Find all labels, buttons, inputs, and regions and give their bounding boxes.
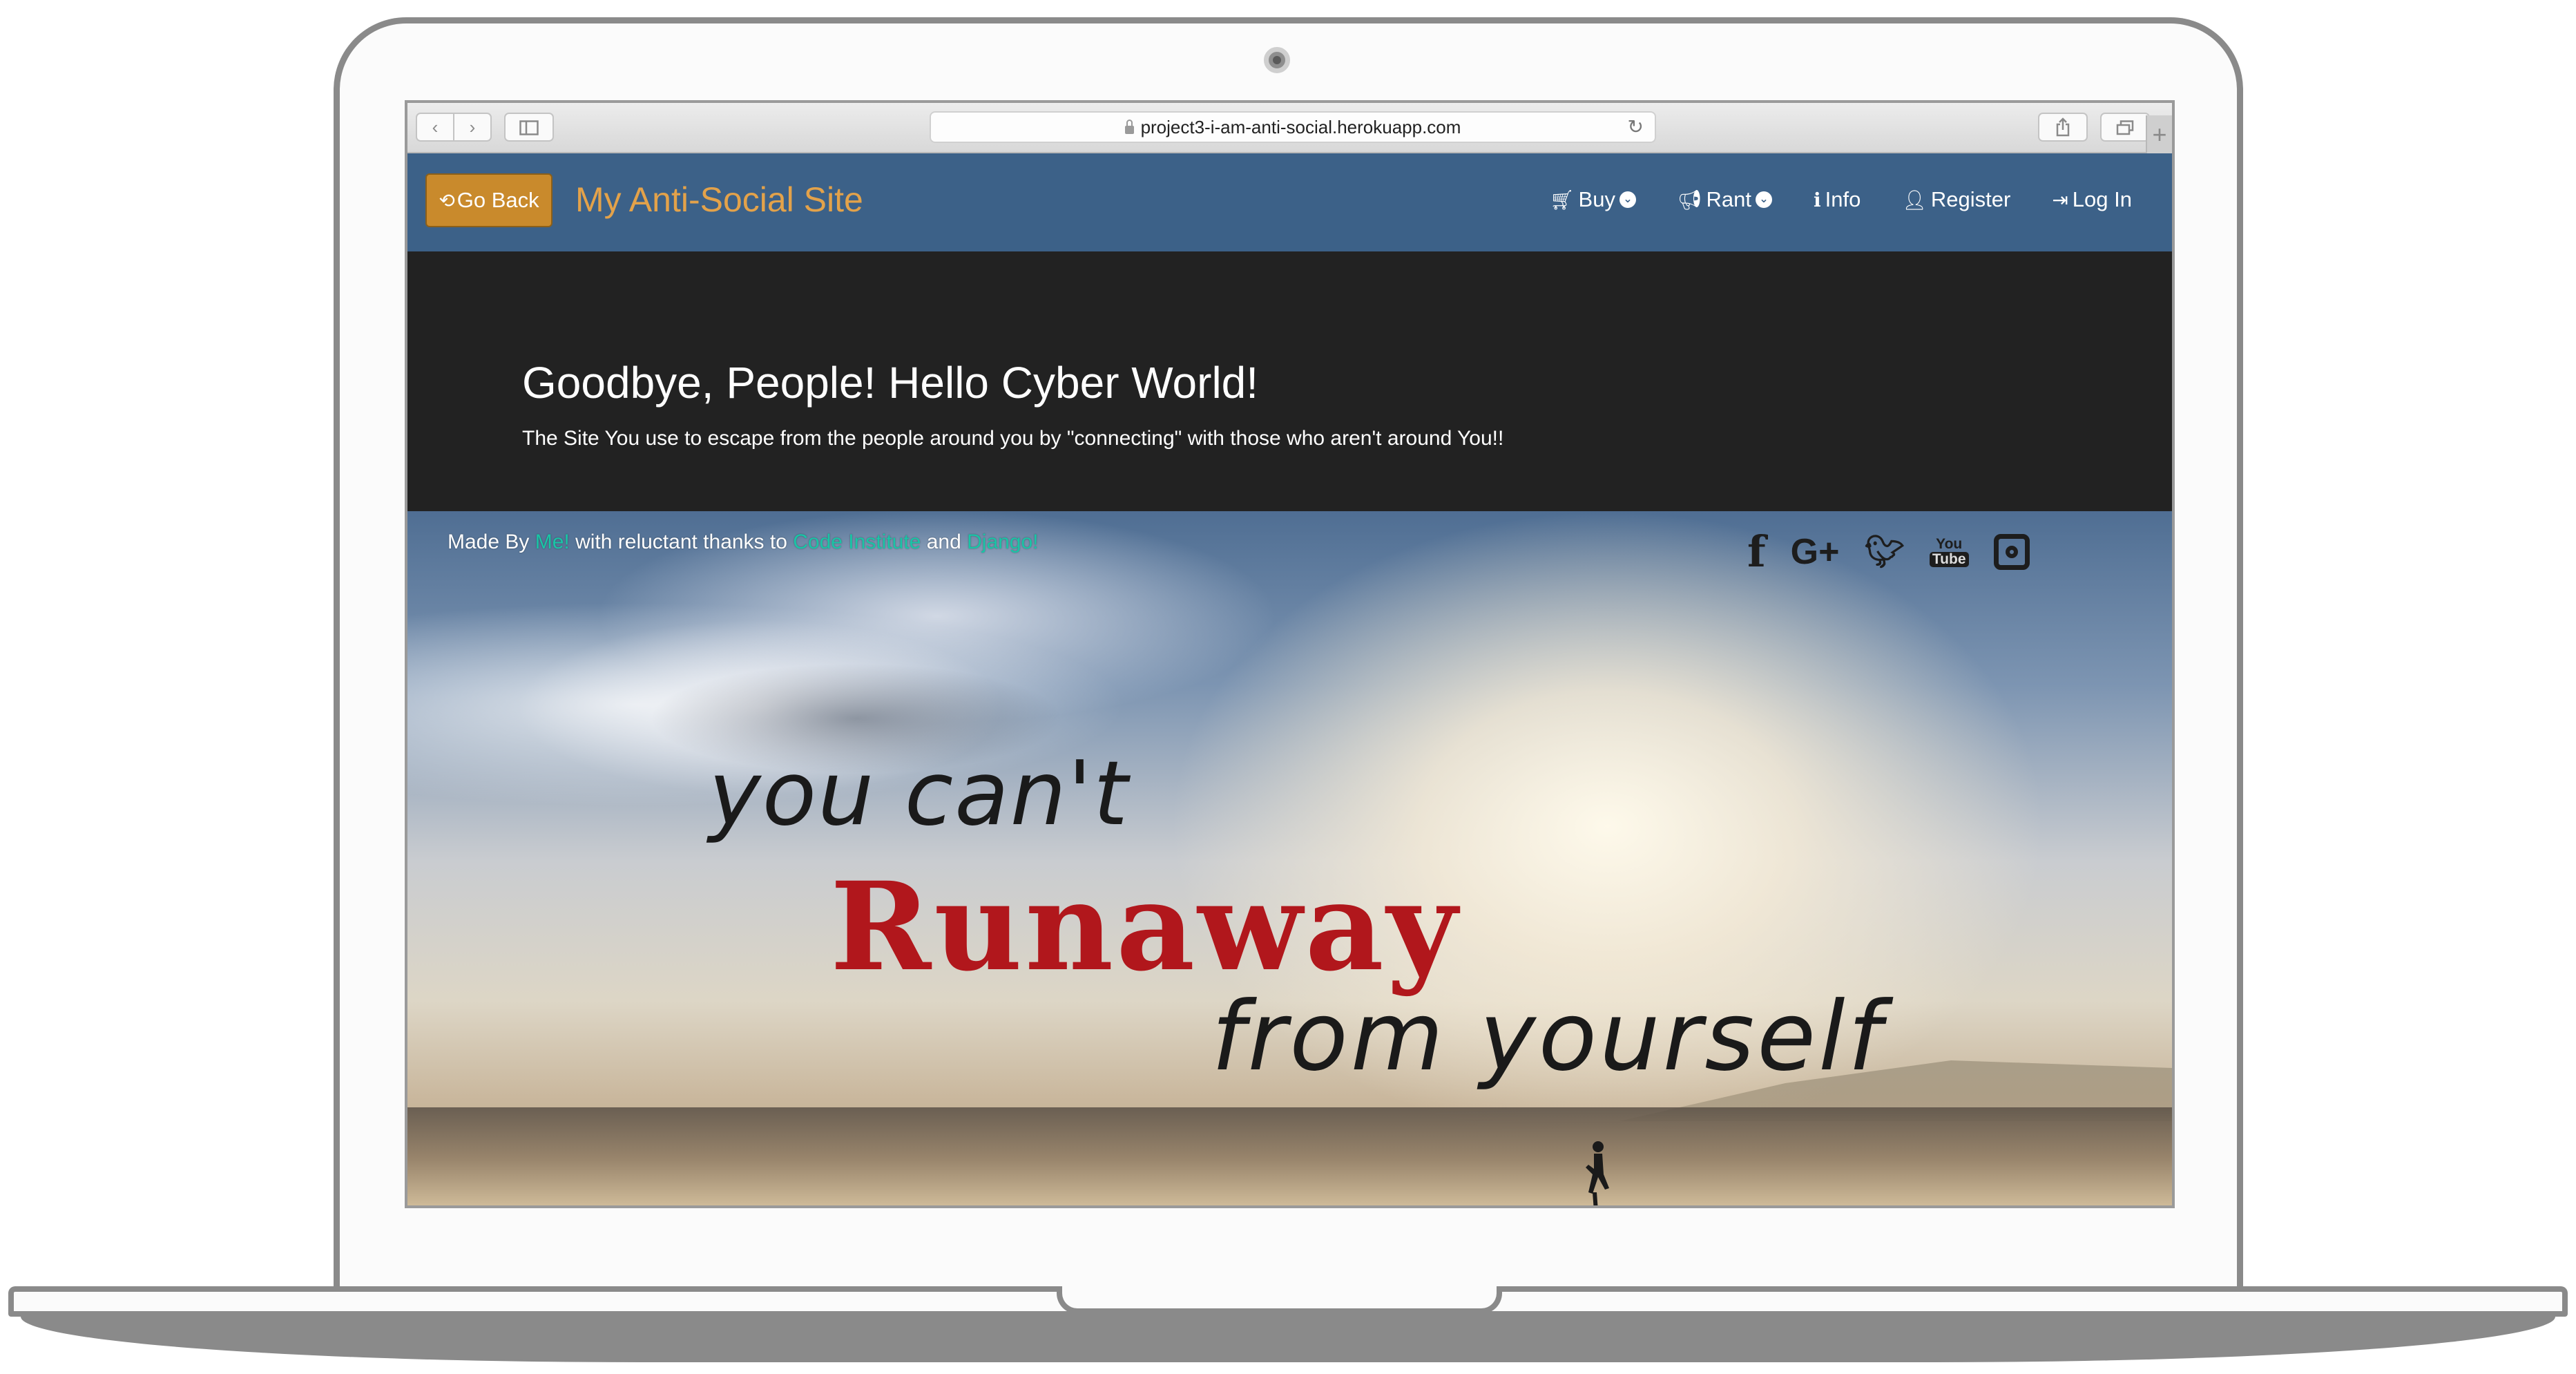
instagram-icon[interactable] <box>1993 533 2030 570</box>
share-button[interactable] <box>2038 113 2088 142</box>
lock-icon <box>1124 120 1134 134</box>
nav-item-label: Log In <box>2072 187 2132 211</box>
nav-item-login[interactable]: ⇥ Log In <box>2052 187 2132 212</box>
chevron-down-icon: ⌄ <box>1755 191 1772 208</box>
nav-item-register[interactable]: 👤︎ Register <box>1902 187 2010 212</box>
user-plus-icon: 👤︎ <box>1902 189 1927 211</box>
address-bar[interactable]: project3-i-am-anti-social.herokuapp.com … <box>930 111 1656 143</box>
nav-item-label: Register <box>1930 187 2011 211</box>
hero-subtitle: The Site You use to escape from the peop… <box>522 427 1504 450</box>
facebook-icon[interactable]: f <box>1747 526 1766 577</box>
address-text-row: project3-i-am-anti-social.herokuapp.com <box>931 113 1655 142</box>
youtube-icon-bottom: Tube <box>1929 551 1969 567</box>
go-back-label: Go Back <box>456 188 539 212</box>
tabs-overview-button[interactable] <box>2100 113 2150 142</box>
info-icon: ℹ <box>1813 189 1821 211</box>
back-icon[interactable]: ‹ <box>417 114 454 140</box>
camera-icon <box>1264 47 1290 73</box>
chevron-down-icon: ⌄ <box>1619 191 1636 208</box>
go-back-button[interactable]: ⟲Go Back <box>425 173 552 227</box>
credits-text: and <box>921 531 968 553</box>
nav-item-label: Buy <box>1578 187 1615 211</box>
nav-item-rant[interactable]: 📢︎ Rant ⌄ <box>1678 187 1772 212</box>
nav-item-info[interactable]: ℹ Info <box>1814 187 1861 212</box>
undo-icon: ⟲ <box>439 190 455 211</box>
quote-line-3: from yourself <box>1211 981 1885 1092</box>
sidebar-icon <box>519 120 539 135</box>
sidebar-toggle-button[interactable] <box>504 113 554 142</box>
youtube-icon-top: You <box>1936 535 1963 552</box>
background-image: Made By Me! with reluctant thanks to Cod… <box>407 511 2172 1205</box>
tabs-icon <box>2116 120 2134 135</box>
quote-line-1: you can't <box>709 743 1130 846</box>
nav-item-label: Info <box>1825 187 1861 211</box>
youtube-icon[interactable]: You Tube <box>1929 535 1969 567</box>
runner-silhouette <box>1586 1141 1609 1205</box>
sea-shape <box>407 1107 2172 1205</box>
google-plus-icon[interactable]: G+ <box>1791 531 1840 573</box>
nav-item-label: Rant <box>1706 187 1751 211</box>
nav-menu: 🛒︎ Buy ⌄ 📢︎ Rant ⌄ ℹ Info 👤︎ Register ⇥ … <box>1550 174 2132 225</box>
hero-jumbotron: Goodbye, People! Hello Cyber World! The … <box>407 251 2172 511</box>
forward-icon[interactable]: › <box>454 114 490 140</box>
django-link[interactable]: Django! <box>967 531 1038 553</box>
me-link[interactable]: Me! <box>535 531 570 553</box>
bullhorn-icon: 📢︎ <box>1677 189 1702 211</box>
code-institute-link[interactable]: Code Institute <box>793 531 921 553</box>
reload-icon[interactable]: ↻ <box>1628 113 1644 142</box>
footer-credits: Made By Me! with reluctant thanks to Cod… <box>448 531 1039 554</box>
basket-icon: 🛒︎ <box>1549 189 1575 211</box>
browser-window: ‹ › project3-i-am-anti-social.herokuapp.… <box>405 100 2175 1208</box>
url-text: project3-i-am-anti-social.herokuapp.com <box>1140 117 1461 137</box>
nav-item-buy[interactable]: 🛒︎ Buy ⌄ <box>1550 187 1636 212</box>
site-brand[interactable]: My Anti-Social Site <box>575 174 863 225</box>
credits-text: Made By <box>448 531 535 553</box>
social-links: f G+ 🐦︎ You Tube <box>1747 526 2030 577</box>
sign-in-icon: ⇥ <box>2052 189 2068 211</box>
twitter-icon[interactable]: 🐦︎ <box>1865 533 1905 571</box>
site-navbar: ⟲Go Back My Anti-Social Site 🛒︎ Buy ⌄ 📢︎… <box>407 153 2172 251</box>
browser-toolbar: ‹ › project3-i-am-anti-social.herokuapp.… <box>407 103 2172 153</box>
new-tab-button[interactable]: + <box>2146 115 2172 153</box>
laptop-base-shadow <box>21 1317 2555 1362</box>
hero-title: Goodbye, People! Hello Cyber World! <box>522 358 1259 408</box>
credits-text: with reluctant thanks to <box>569 531 794 553</box>
share-icon <box>2056 117 2070 137</box>
laptop-notch <box>1057 1286 1502 1314</box>
quote-line-2: Runaway <box>830 855 1461 998</box>
history-nav-group: ‹ › <box>416 113 492 142</box>
